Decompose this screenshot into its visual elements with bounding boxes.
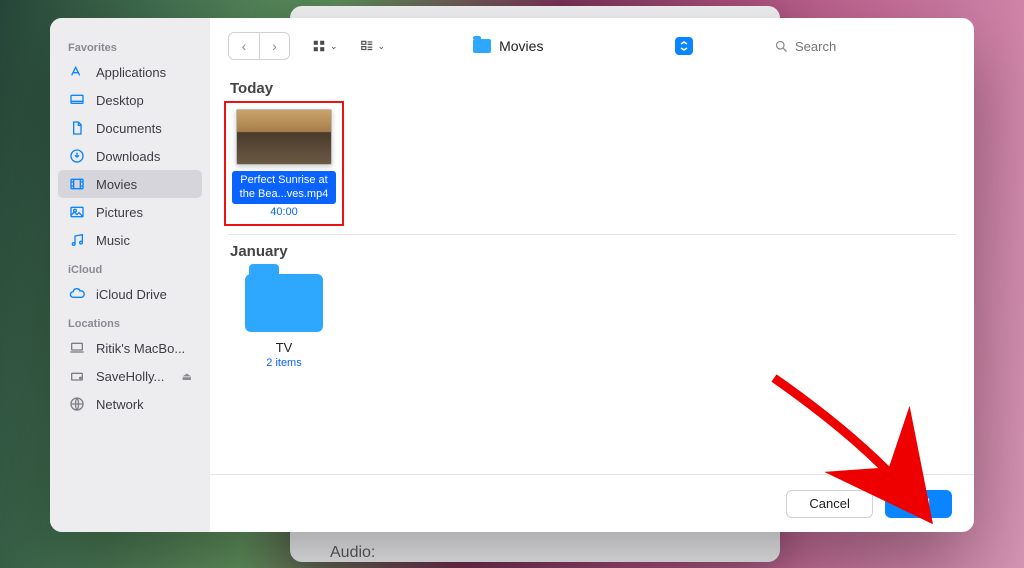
search-field[interactable] <box>766 32 956 60</box>
audio-field-label: Audio: <box>330 544 375 562</box>
sidebar-item-movies[interactable]: Movies <box>58 170 202 198</box>
add-button[interactable]: Add <box>885 490 952 518</box>
folder-name: TV <box>228 340 340 355</box>
chevron-down-icon: ⌄ <box>330 41 338 52</box>
folder-icon <box>473 39 491 53</box>
sidebar-item-label: Desktop <box>96 93 144 108</box>
desktop-icon <box>68 91 86 109</box>
folder-item-count: 2 items <box>228 357 340 369</box>
section-divider <box>228 234 956 235</box>
sidebar-heading-locations: Locations <box>50 308 210 334</box>
disk-icon <box>68 367 86 385</box>
downloads-icon <box>68 147 86 165</box>
location-dropdown-icon <box>675 37 693 55</box>
toolbar: ‹ › ⌄ ⌄ Movies <box>210 18 974 74</box>
sidebar: Favorites Applications Desktop Documents… <box>50 18 210 532</box>
group-icon <box>360 39 374 53</box>
sidebar-item-label: iCloud Drive <box>96 287 167 302</box>
dialog-footer: Cancel Add <box>210 474 974 532</box>
main-panel: ‹ › ⌄ ⌄ Movies <box>210 18 974 532</box>
eject-icon[interactable]: ⏏ <box>182 370 192 383</box>
folder-icon <box>245 274 323 332</box>
sidebar-item-network[interactable]: Network <box>50 390 210 418</box>
chevron-down-icon: ⌄ <box>378 41 386 52</box>
sidebar-item-applications[interactable]: Applications <box>50 58 210 86</box>
pictures-icon <box>68 203 86 221</box>
sidebar-item-label: Ritik's MacBo... <box>96 341 185 356</box>
applications-icon <box>68 63 86 81</box>
search-input[interactable] <box>795 39 971 54</box>
folder-tile[interactable]: TV 2 items <box>228 268 340 369</box>
sidebar-item-documents[interactable]: Documents <box>50 114 210 142</box>
file-tile-selected[interactable]: Perfect Sunrise at the Bea...ves.mp4 40:… <box>228 105 340 222</box>
cancel-button[interactable]: Cancel <box>786 490 872 518</box>
sidebar-heading-icloud: iCloud <box>50 254 210 280</box>
laptop-icon <box>68 339 86 357</box>
network-icon <box>68 395 86 413</box>
sidebar-item-macbook[interactable]: Ritik's MacBo... <box>50 334 210 362</box>
sidebar-item-label: Downloads <box>96 149 160 164</box>
sidebar-item-label: Documents <box>96 121 162 136</box>
video-thumbnail <box>236 109 332 165</box>
section-january: January <box>230 243 956 260</box>
icloud-icon <box>68 285 86 303</box>
file-name: Perfect Sunrise at the Bea...ves.mp4 <box>232 171 336 204</box>
view-icon-button[interactable]: ⌄ <box>304 33 346 59</box>
sidebar-item-label: Music <box>96 233 130 248</box>
sidebar-item-music[interactable]: Music <box>50 226 210 254</box>
section-today: Today <box>230 80 956 97</box>
music-icon <box>68 231 86 249</box>
documents-icon <box>68 119 86 137</box>
sidebar-heading-favorites: Favorites <box>50 32 210 58</box>
movies-icon <box>68 175 86 193</box>
sidebar-item-pictures[interactable]: Pictures <box>50 198 210 226</box>
view-mode-segment: ⌄ ⌄ <box>304 33 393 59</box>
sidebar-item-desktop[interactable]: Desktop <box>50 86 210 114</box>
back-button[interactable]: ‹ <box>229 33 259 59</box>
chevron-right-icon: › <box>272 38 277 54</box>
sidebar-item-label: Movies <box>96 177 137 192</box>
parent-window-footer: Audio: <box>330 544 375 562</box>
forward-button[interactable]: › <box>259 33 289 59</box>
sidebar-item-label: SaveHolly... <box>96 369 164 384</box>
sidebar-item-external-disk[interactable]: SaveHolly... ⏏ <box>50 362 210 390</box>
grid-icon <box>312 39 326 53</box>
sidebar-item-label: Pictures <box>96 205 143 220</box>
sidebar-item-icloud-drive[interactable]: iCloud Drive <box>50 280 210 308</box>
sidebar-item-downloads[interactable]: Downloads <box>50 142 210 170</box>
chevron-left-icon: ‹ <box>242 38 247 54</box>
location-label: Movies <box>499 38 543 54</box>
file-picker-sheet: Favorites Applications Desktop Documents… <box>50 18 974 532</box>
group-by-button[interactable]: ⌄ <box>352 33 394 59</box>
sidebar-item-label: Network <box>96 397 144 412</box>
file-duration: 40:00 <box>232 206 336 218</box>
search-icon <box>774 39 789 54</box>
sidebar-item-label: Applications <box>96 65 166 80</box>
file-grid: Today Perfect Sunrise at the Bea...ves.m… <box>210 74 974 474</box>
nav-back-forward: ‹ › <box>228 32 290 60</box>
location-popup[interactable]: Movies <box>467 32 697 60</box>
